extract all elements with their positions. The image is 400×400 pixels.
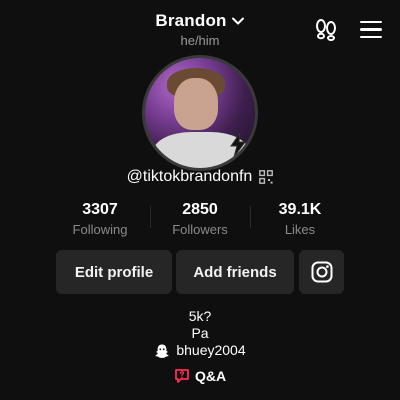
ghost-icon bbox=[155, 344, 170, 358]
profile-handle: @tiktokbrandonfn bbox=[126, 168, 253, 185]
snapchat-username: bhuey2004 bbox=[176, 342, 246, 358]
lightning-icon bbox=[230, 132, 246, 158]
page-title: Brandon bbox=[155, 11, 227, 30]
footsteps-icon[interactable] bbox=[314, 19, 338, 41]
instagram-button[interactable] bbox=[299, 250, 344, 294]
stat-value: 3307 bbox=[82, 201, 118, 218]
chevron-down-icon bbox=[231, 17, 244, 25]
avatar[interactable] bbox=[145, 58, 255, 168]
stat-label: Following bbox=[72, 222, 128, 237]
instagram-icon bbox=[311, 261, 332, 283]
pronouns: he/him bbox=[180, 33, 220, 48]
edit-profile-button[interactable]: Edit profile bbox=[56, 250, 172, 294]
qa-label: Q&A bbox=[194, 368, 227, 384]
stat-following[interactable]: 3307 Following bbox=[50, 200, 150, 240]
qa-link[interactable]: Q&A bbox=[0, 368, 400, 384]
menu-icon[interactable] bbox=[360, 21, 382, 39]
handle-row: @tiktokbrandonfn bbox=[0, 168, 400, 186]
stat-followers[interactable]: 2850 Followers bbox=[150, 200, 250, 240]
top-bar: Brandon he/him bbox=[0, 0, 400, 56]
stat-value: 2850 bbox=[182, 201, 218, 218]
bio: 5k? Pa bhuey2004 bbox=[0, 308, 400, 359]
account-switcher[interactable]: Brandon bbox=[0, 11, 400, 31]
profile-stats: 3307 Following 2850 Followers 39.1K Like… bbox=[50, 200, 350, 240]
snapchat-link[interactable]: bhuey2004 bbox=[0, 342, 400, 359]
bio-line: Pa bbox=[191, 325, 209, 341]
stat-label: Followers bbox=[172, 222, 228, 237]
add-friends-button[interactable]: Add friends bbox=[176, 250, 294, 294]
qa-icon bbox=[175, 369, 189, 383]
qr-code-icon[interactable] bbox=[259, 170, 274, 184]
stat-value: 39.1K bbox=[278, 201, 322, 218]
bio-line: 5k? bbox=[188, 308, 212, 324]
stat-label: Likes bbox=[284, 222, 316, 237]
stat-likes[interactable]: 39.1K Likes bbox=[250, 200, 350, 240]
